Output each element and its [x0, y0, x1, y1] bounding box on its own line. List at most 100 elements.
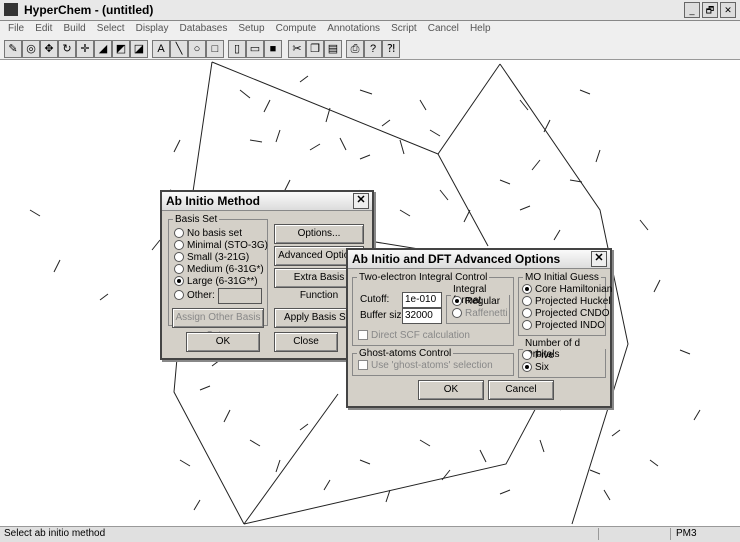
other-basis-field[interactable]	[218, 288, 262, 304]
basis-option-small[interactable]: Small (3-21G)	[174, 252, 249, 263]
mo-guess-projected-cndo[interactable]: Projected CNDO	[522, 308, 609, 319]
checkbox-icon	[358, 330, 368, 341]
status-method: PM3	[676, 528, 697, 539]
menu-help[interactable]: Help	[470, 21, 491, 37]
basis-option-none[interactable]: No basis set	[174, 228, 242, 239]
minimize-button[interactable]: _	[684, 2, 700, 18]
assign-other-basis-button[interactable]: Assign Other Basis Set...	[172, 308, 264, 341]
buffer-size-field[interactable]: 32000	[402, 308, 442, 324]
menu-edit[interactable]: Edit	[35, 21, 52, 37]
mo-guess-core-hamiltonian[interactable]: Core Hamiltonian	[522, 284, 612, 295]
direct-scf-checkbox[interactable]: Direct SCF calculation	[358, 330, 470, 341]
dialog-title-text: Ab Initio and DFT Advanced Options	[352, 252, 561, 266]
radio-selected-icon	[452, 296, 462, 307]
ok-button[interactable]: OK	[186, 332, 260, 352]
radio-label: Small (3-21G)	[187, 252, 250, 263]
basis-option-other[interactable]: Other:	[174, 290, 215, 301]
d-orbitals-five[interactable]: Five	[522, 350, 554, 361]
radio-label: Projected CNDO	[535, 308, 610, 319]
basis-option-minimal[interactable]: Minimal (STO-3G)	[174, 240, 268, 251]
mo-guess-projected-indo[interactable]: Projected INDO	[522, 320, 605, 331]
two-electron-legend: Two-electron Integral Control	[359, 272, 488, 283]
help-icon[interactable]: ?	[364, 40, 382, 58]
rotate-z-icon[interactable]: ↻	[58, 40, 76, 58]
menu-annotations[interactable]: Annotations	[327, 21, 380, 37]
menu-script[interactable]: Script	[391, 21, 417, 37]
checkbox-label: Direct SCF calculation	[371, 330, 470, 341]
integral-format-raffenetti[interactable]: Raffenetti	[452, 308, 508, 319]
radio-label: Five	[535, 350, 554, 361]
title-bar: HyperChem - (untitled) _ 🗗 ✕	[0, 0, 740, 21]
mo-initial-guess-legend: MO Initial Guess	[525, 272, 599, 283]
text-a-icon[interactable]: A	[152, 40, 170, 58]
d-orbitals-six[interactable]: Six	[522, 362, 549, 373]
radio-label: No basis set	[187, 228, 243, 239]
close-icon[interactable]: ✕	[591, 251, 607, 267]
clip-icon[interactable]: ◩	[112, 40, 130, 58]
save-icon[interactable]: ■	[264, 40, 282, 58]
menu-setup[interactable]: Setup	[238, 21, 264, 37]
menu-databases[interactable]: Databases	[180, 21, 228, 37]
radio-icon	[522, 296, 532, 307]
basis-option-medium[interactable]: Medium (6-31G*)	[174, 264, 264, 275]
new-icon[interactable]: ▯	[228, 40, 246, 58]
checkbox-label: Use 'ghost-atoms' selection	[371, 360, 493, 371]
radio-label: Minimal (STO-3G)	[187, 240, 268, 251]
integral-format-regular[interactable]: Regular	[452, 296, 500, 307]
print-icon[interactable]: ⎙	[346, 40, 364, 58]
close-button[interactable]: Close	[274, 332, 338, 352]
options-button[interactable]: Options...	[274, 224, 364, 244]
clip-slab-icon[interactable]: ◪	[130, 40, 148, 58]
restore-button[interactable]: 🗗	[702, 2, 718, 18]
radio-selected-icon	[522, 284, 532, 295]
radio-selected-icon	[174, 276, 184, 287]
copy-icon[interactable]: ❐	[306, 40, 324, 58]
radio-selected-icon	[522, 362, 532, 373]
radio-label: Raffenetti	[465, 308, 508, 319]
cut-icon[interactable]: ✂	[288, 40, 306, 58]
rectangle-icon[interactable]: □	[206, 40, 224, 58]
ok-button[interactable]: OK	[418, 380, 484, 400]
radio-icon	[174, 264, 184, 275]
radio-label: Regular	[465, 296, 501, 307]
radio-icon	[174, 228, 184, 239]
draw-icon[interactable]: ✎	[4, 40, 22, 58]
scale-icon[interactable]: ◢	[94, 40, 112, 58]
basis-set-legend: Basis Set	[175, 214, 218, 225]
radio-label: Projected INDO	[535, 320, 606, 331]
select-icon[interactable]: ◎	[22, 40, 40, 58]
close-window-button[interactable]: ✕	[720, 2, 736, 18]
translate-icon[interactable]: ✛	[76, 40, 94, 58]
cancel-button[interactable]: Cancel	[488, 380, 554, 400]
ellipse-icon[interactable]: ○	[188, 40, 206, 58]
menu-file[interactable]: File	[8, 21, 24, 37]
menu-bar: File Edit Build Select Display Databases…	[0, 21, 740, 37]
menu-compute[interactable]: Compute	[276, 21, 317, 37]
context-help-icon[interactable]: ⁈	[382, 40, 400, 58]
status-divider	[598, 528, 599, 540]
open-icon[interactable]: ▭	[246, 40, 264, 58]
close-icon[interactable]: ✕	[353, 193, 369, 209]
radio-label: Core Hamiltonian	[535, 284, 613, 295]
line-icon[interactable]: ╲	[170, 40, 188, 58]
ghost-atoms-legend: Ghost-atoms Control	[359, 348, 452, 359]
menu-build[interactable]: Build	[63, 21, 85, 37]
cutoff-field[interactable]: 1e-010	[402, 292, 442, 308]
menu-cancel[interactable]: Cancel	[428, 21, 459, 37]
dialog-title: Ab Initio Method ✕	[162, 192, 372, 211]
radio-label: Other:	[187, 290, 215, 301]
menu-select[interactable]: Select	[97, 21, 125, 37]
radio-icon	[174, 252, 184, 263]
rotate-xy-icon[interactable]: ✥	[40, 40, 58, 58]
radio-icon	[174, 240, 184, 251]
paste-icon[interactable]: ▤	[324, 40, 342, 58]
menu-display[interactable]: Display	[136, 21, 169, 37]
advanced-options-dialog: Ab Initio and DFT Advanced Options ✕ Two…	[346, 248, 612, 408]
basis-option-large[interactable]: Large (6-31G**)	[174, 276, 258, 287]
mo-guess-projected-huckel[interactable]: Projected Huckel	[522, 296, 611, 307]
ab-initio-method-dialog: Ab Initio Method ✕ Basis Set No basis se…	[160, 190, 374, 360]
radio-icon	[522, 320, 532, 331]
toolbar: ✎ ◎ ✥ ↻ ✛ ◢ ◩ ◪ A ╲ ○ □ ▯ ▭ ■ ✂ ❐ ▤ ⎙ ? …	[0, 37, 740, 60]
status-bar: Select ab initio method PM3	[0, 526, 740, 542]
ghost-atoms-checkbox[interactable]: Use 'ghost-atoms' selection	[358, 360, 493, 371]
